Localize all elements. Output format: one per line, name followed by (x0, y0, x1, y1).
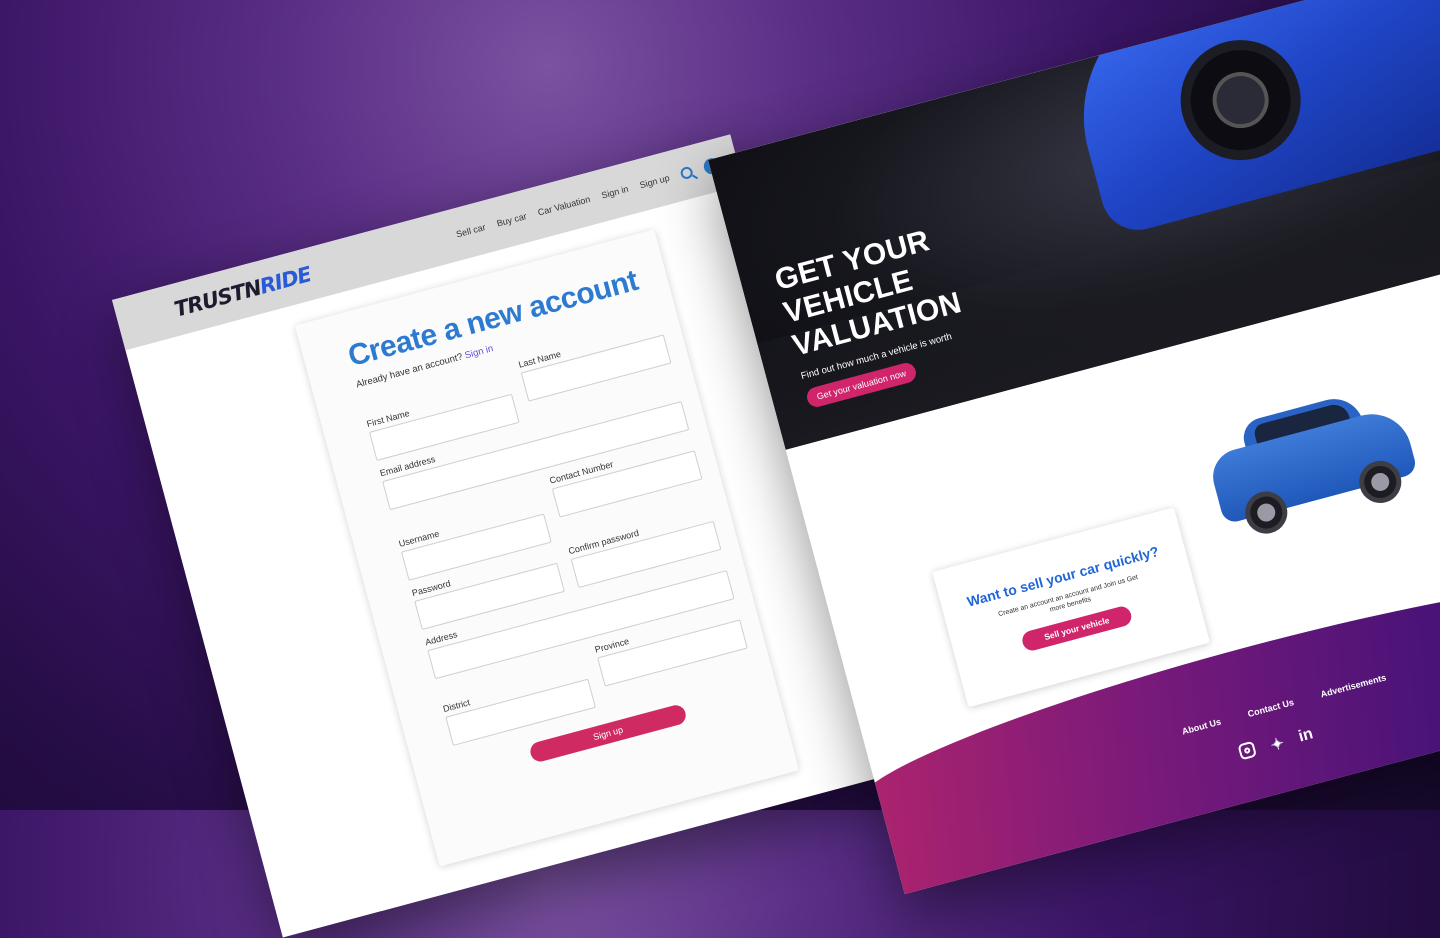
footer-link-about[interactable]: About Us (1181, 717, 1222, 737)
search-icon[interactable] (679, 165, 695, 181)
signup-form-card: Create a new account Already have an acc… (294, 229, 800, 867)
twitter-icon[interactable]: ✦ (1268, 733, 1286, 756)
form-fields: First Name Last Name Email address Usern… (359, 315, 749, 746)
brand-logo[interactable]: TRUSTNRIDE (172, 262, 314, 322)
footer-links: About Us Contact Us Advertisements (1181, 672, 1387, 736)
instagram-icon[interactable] (1237, 740, 1258, 761)
nav-link-sign-in[interactable]: Sign in (600, 184, 629, 201)
suv-car-image (1201, 382, 1423, 540)
footer-link-contact[interactable]: Contact Us (1247, 697, 1295, 719)
nav-link-car-valuation[interactable]: Car Valuation (537, 194, 592, 218)
nav-link-sign-up[interactable]: Sign up (639, 173, 671, 191)
nav-link-buy-car[interactable]: Buy car (496, 211, 528, 229)
nav-link-sell-car[interactable]: Sell car (455, 222, 487, 239)
footer-link-advertisements[interactable]: Advertisements (1319, 672, 1387, 699)
social-icons: ✦ in (1237, 725, 1315, 764)
hero-banner: GET YOUR VEHICLE VALUATION Find out how … (708, 0, 1440, 450)
linkedin-icon[interactable]: in (1297, 725, 1316, 748)
nav-links: Sell car Buy car Car Valuation Sign in S… (454, 156, 722, 242)
